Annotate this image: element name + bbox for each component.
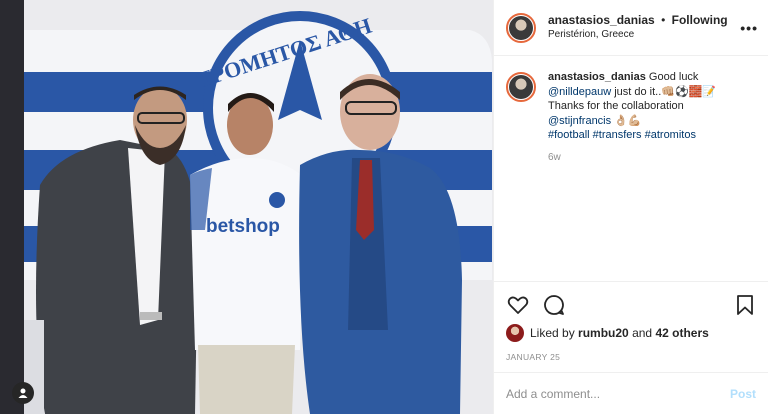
heart-icon[interactable] <box>506 293 530 317</box>
likes-others[interactable]: 42 others <box>655 326 708 340</box>
caption-line1: Good luck <box>648 71 699 83</box>
photo-illustration: ΤΡΟΜΗΤΟΣ ΑΘΗ betshop <box>0 0 493 414</box>
comment-icon[interactable] <box>542 293 566 317</box>
bookmark-icon[interactable] <box>734 293 756 317</box>
avatar[interactable] <box>506 12 536 43</box>
add-comment-bar: Post <box>494 372 768 414</box>
post-button[interactable]: Post <box>730 387 756 401</box>
caption-line4: 👌🏼💪🏼 <box>614 114 642 127</box>
caption-text: anastasios_danias Good luck @nilldepauw … <box>548 70 716 281</box>
liker-avatar[interactable] <box>506 324 524 342</box>
caption-username[interactable]: anastasios_danias <box>548 71 646 83</box>
mention-link-1[interactable]: @nilldepauw <box>548 86 611 98</box>
post-date[interactable]: JANUARY 25 <box>506 352 756 362</box>
instagram-post: ΤΡΟΜΗΤΟΣ ΑΘΗ betshop anastasios_danias •… <box>0 0 768 414</box>
more-options-icon[interactable]: ••• <box>740 20 758 36</box>
header-separator: • <box>661 13 666 27</box>
post-header: anastasios_danias • Following Peristério… <box>494 0 768 56</box>
caption-line3: Thanks for the collaboration <box>548 100 684 112</box>
likes-row: Liked by rumbu20 and 42 others <box>506 324 756 342</box>
user-tag-icon[interactable] <box>12 382 34 404</box>
likes-prefix: Liked by <box>530 326 575 340</box>
location-link[interactable]: Peristérion, Greece <box>548 28 740 42</box>
following-button[interactable]: Following <box>672 13 728 27</box>
post-sidebar: anastasios_danias • Following Peristério… <box>493 0 768 414</box>
caption-line2: just do it..👊🏼⚽🧱📝 <box>614 85 717 98</box>
header-text: anastasios_danias • Following Peristério… <box>548 13 740 42</box>
hashtags[interactable]: #football #transfers #atromitos <box>548 128 716 143</box>
mention-link-2[interactable]: @stijnfrancis <box>548 115 611 127</box>
action-icons <box>506 292 756 318</box>
caption-section: anastasios_danias Good luck @nilldepauw … <box>494 56 768 281</box>
actions-section: Liked by rumbu20 and 42 others JANUARY 2… <box>494 281 768 362</box>
shirt-sponsor: betshop <box>206 216 280 237</box>
header-username[interactable]: anastasios_danias <box>548 13 655 27</box>
post-photo[interactable]: ΤΡΟΜΗΤΟΣ ΑΘΗ betshop <box>0 0 493 414</box>
caption-age: 6w <box>548 151 561 163</box>
likes-middle: and <box>632 326 653 340</box>
comment-input[interactable] <box>506 386 730 401</box>
liker-username[interactable]: rumbu20 <box>578 326 629 340</box>
caption-avatar[interactable] <box>506 72 536 102</box>
